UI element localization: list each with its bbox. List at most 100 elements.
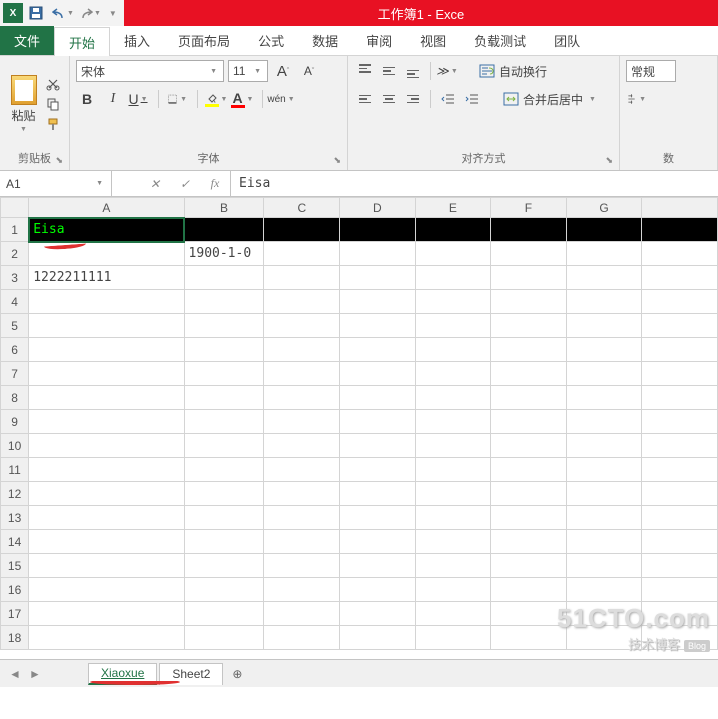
cell-overflow[interactable] — [642, 386, 718, 410]
cut-icon[interactable] — [43, 75, 63, 93]
cell-D14[interactable] — [340, 530, 416, 554]
decrease-indent-button[interactable] — [437, 88, 459, 110]
cell-F10[interactable] — [491, 434, 567, 458]
cell-F16[interactable] — [491, 578, 567, 602]
sheet-nav-next-icon[interactable]: ► — [26, 665, 44, 683]
cell-B17[interactable] — [184, 602, 264, 626]
cell-A9[interactable] — [29, 410, 184, 434]
tab-home[interactable]: 开始 — [54, 27, 110, 56]
cell-C17[interactable] — [264, 602, 340, 626]
cell-E2[interactable] — [415, 242, 491, 266]
row-header-6[interactable]: 6 — [1, 338, 29, 362]
cell-D6[interactable] — [340, 338, 416, 362]
tab-insert[interactable]: 插入 — [110, 26, 164, 55]
cell-overflow[interactable] — [642, 530, 718, 554]
cell-E8[interactable] — [415, 386, 491, 410]
cell-overflow[interactable] — [642, 266, 718, 290]
cell-G3[interactable] — [566, 266, 642, 290]
cell-A6[interactable] — [29, 338, 184, 362]
cell-G2[interactable] — [566, 242, 642, 266]
row-header-11[interactable]: 11 — [1, 458, 29, 482]
cell-B6[interactable] — [184, 338, 264, 362]
cell-G14[interactable] — [566, 530, 642, 554]
cell-E6[interactable] — [415, 338, 491, 362]
cell-D5[interactable] — [340, 314, 416, 338]
cell-F6[interactable] — [491, 338, 567, 362]
cell-G1[interactable] — [566, 218, 642, 242]
cell-B9[interactable] — [184, 410, 264, 434]
cell-A4[interactable] — [29, 290, 184, 314]
tab-review[interactable]: 审阅 — [352, 26, 406, 55]
cell-G8[interactable] — [566, 386, 642, 410]
cell-E5[interactable] — [415, 314, 491, 338]
cell-C8[interactable] — [264, 386, 340, 410]
cell-C10[interactable] — [264, 434, 340, 458]
row-header-10[interactable]: 10 — [1, 434, 29, 458]
cell-G10[interactable] — [566, 434, 642, 458]
cell-D15[interactable] — [340, 554, 416, 578]
cell-B5[interactable] — [184, 314, 264, 338]
cell-D9[interactable] — [340, 410, 416, 434]
cell-overflow[interactable] — [642, 506, 718, 530]
save-icon[interactable] — [25, 2, 47, 24]
cell-D1[interactable] — [340, 218, 416, 242]
cell-B4[interactable] — [184, 290, 264, 314]
cell-B10[interactable] — [184, 434, 264, 458]
copy-icon[interactable] — [43, 95, 63, 113]
row-header-7[interactable]: 7 — [1, 362, 29, 386]
cell-B7[interactable] — [184, 362, 264, 386]
row-header-8[interactable]: 8 — [1, 386, 29, 410]
cell-B11[interactable] — [184, 458, 264, 482]
cell-overflow[interactable] — [642, 242, 718, 266]
column-header-F[interactable]: F — [491, 198, 567, 218]
cell-D17[interactable] — [340, 602, 416, 626]
cell-B15[interactable] — [184, 554, 264, 578]
row-header-3[interactable]: 3 — [1, 266, 29, 290]
cell-B14[interactable] — [184, 530, 264, 554]
tab-view[interactable]: 视图 — [406, 26, 460, 55]
cell-E15[interactable] — [415, 554, 491, 578]
cell-B8[interactable] — [184, 386, 264, 410]
column-header-B[interactable]: B — [184, 198, 264, 218]
cell-E9[interactable] — [415, 410, 491, 434]
cell-E16[interactable] — [415, 578, 491, 602]
column-header-G[interactable]: G — [566, 198, 642, 218]
row-header-12[interactable]: 12 — [1, 482, 29, 506]
qat-customize-icon[interactable]: ▼ — [102, 2, 124, 24]
cell-C16[interactable] — [264, 578, 340, 602]
cell-C12[interactable] — [264, 482, 340, 506]
tab-page-layout[interactable]: 页面布局 — [164, 26, 244, 55]
cell-A7[interactable] — [29, 362, 184, 386]
cell-F15[interactable] — [491, 554, 567, 578]
cell-A8[interactable] — [29, 386, 184, 410]
sheet-nav-prev-icon[interactable]: ◄ — [6, 665, 24, 683]
row-header-1[interactable]: 1 — [1, 218, 29, 242]
font-name-select[interactable]: 宋体▼ — [76, 60, 224, 82]
cell-overflow[interactable] — [642, 338, 718, 362]
cell-A11[interactable] — [29, 458, 184, 482]
tab-formulas[interactable]: 公式 — [244, 26, 298, 55]
cell-overflow[interactable] — [642, 482, 718, 506]
cell-B16[interactable] — [184, 578, 264, 602]
font-size-select[interactable]: 11▼ — [228, 60, 268, 82]
formula-input[interactable]: Eisa — [231, 171, 718, 196]
cell-A10[interactable] — [29, 434, 184, 458]
cell-A16[interactable] — [29, 578, 184, 602]
align-top-button[interactable] — [354, 60, 376, 82]
cell-B2[interactable]: 1900-1-0 — [184, 242, 264, 266]
row-header-16[interactable]: 16 — [1, 578, 29, 602]
cell-E12[interactable] — [415, 482, 491, 506]
cell-E13[interactable] — [415, 506, 491, 530]
cell-D16[interactable] — [340, 578, 416, 602]
cell-C2[interactable] — [264, 242, 340, 266]
merge-center-button[interactable]: 合并后居中▼ — [499, 88, 602, 110]
cell-C18[interactable] — [264, 626, 340, 650]
row-header-13[interactable]: 13 — [1, 506, 29, 530]
cell-D3[interactable] — [340, 266, 416, 290]
increase-indent-button[interactable] — [461, 88, 483, 110]
grow-font-button[interactable]: Aˆ — [272, 60, 294, 82]
row-header-5[interactable]: 5 — [1, 314, 29, 338]
cell-B13[interactable] — [184, 506, 264, 530]
row-header-18[interactable]: 18 — [1, 626, 29, 650]
align-center-button[interactable] — [378, 88, 400, 110]
